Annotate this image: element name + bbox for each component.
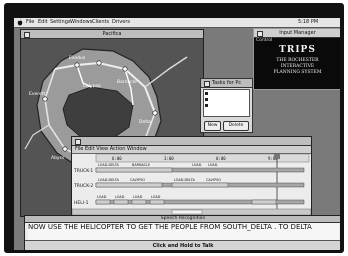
map-label-delta: Delta — [139, 119, 151, 125]
gantt-bar — [95, 167, 173, 173]
gantt-bar — [95, 182, 163, 188]
gantt-segment-label: LOAD-DELTA — [98, 178, 120, 182]
monitor-frame: File Edit Settings Windows Clients Drive… — [4, 3, 344, 253]
schedule-menu-file[interactable]: File — [75, 146, 83, 152]
schedule-titlebar[interactable] — [72, 137, 311, 146]
gantt-segment-label: LOAD-DELTA — [98, 163, 120, 167]
tasks-list[interactable] — [203, 89, 250, 117]
trips-control-label: Control — [256, 38, 273, 43]
desktop: File Edit Settings Windows Clients Drive… — [14, 18, 340, 250]
schedule-window[interactable]: File Edit View Action Window 6:00 3:00 0… — [71, 136, 312, 216]
map-label-abyss: Abyss — [51, 155, 65, 161]
trips-titlebar[interactable]: Input Manager — [254, 29, 340, 38]
row-label-heli-1: HELI-1 — [74, 200, 89, 206]
menu-edit[interactable]: Edit — [38, 18, 48, 27]
delete-task-button[interactable]: Delete — [223, 121, 249, 131]
trips-logo-title: TRIPS — [279, 45, 316, 55]
menu-drivers[interactable]: Drivers — [112, 18, 130, 27]
speech-titlebar[interactable]: Speech Recognition — [25, 216, 340, 223]
speech-transcript: NOW USE THE HELICOPTER TO GET THE PEOPLE… — [28, 223, 339, 240]
task-item[interactable] — [205, 104, 208, 107]
menubar: File Edit Settings Windows Clients Drive… — [14, 18, 340, 28]
map-label-calypso: Calypso — [83, 83, 101, 89]
gantt-segment-label: LOAD-DELTA — [174, 178, 196, 182]
city-marker — [42, 96, 48, 102]
gantt-bar — [95, 199, 111, 205]
gantt-segment-label: CALYPSO — [130, 178, 145, 182]
map-label-exodus: Exodus — [69, 55, 86, 61]
schedule-menu-window[interactable]: Window — [127, 146, 147, 152]
map-label-barnacle: Barnacle — [117, 79, 137, 85]
schedule-menu-edit[interactable]: Edit — [85, 146, 95, 152]
schedule-scroll-thumb — [171, 209, 203, 215]
map-titlebar[interactable]: Pacifica — [21, 30, 203, 39]
menu-clients[interactable]: Clients — [92, 18, 109, 27]
timeline-tick: 6:00 — [112, 156, 122, 161]
city-marker — [62, 146, 68, 152]
city-marker — [96, 60, 102, 66]
trips-panel[interactable]: Input Manager Control TRIPS THE ROCHESTE… — [253, 28, 340, 90]
schedule-close-box[interactable] — [75, 138, 81, 145]
speech-title: Speech Recognition — [160, 216, 206, 221]
apple-icon[interactable] — [17, 19, 23, 26]
task-item[interactable] — [205, 98, 208, 101]
gantt-bar — [149, 199, 165, 205]
gantt-bar — [113, 199, 129, 205]
tasks-window[interactable]: Tasks for Pc New Delete — [200, 78, 253, 133]
gantt-bar — [131, 199, 147, 205]
gantt-bar — [251, 199, 277, 205]
task-item[interactable] — [205, 92, 208, 95]
menu-file[interactable]: File — [26, 18, 34, 27]
timeline-tick: 0:00 — [216, 156, 226, 161]
timeline-tick: 3:00 — [164, 156, 174, 161]
gantt-segment-label: LOAD — [151, 195, 161, 199]
speech-recognition-window[interactable]: Speech Recognition NOW USE THE HELICOPTE… — [24, 215, 340, 250]
schedule-menu-view[interactable]: View — [96, 146, 108, 152]
gantt-segment-label: CALYPSO — [206, 178, 221, 182]
map-label-everett: Everett — [29, 91, 46, 97]
schedule-menu-action[interactable]: Action — [110, 146, 126, 152]
tasks-close-box[interactable] — [204, 80, 210, 87]
gantt-bar — [171, 182, 229, 188]
trips-logo-subtitle: THE ROCHESTER INTERACTIVE PLANNING SYSTE… — [258, 58, 337, 76]
gantt-segment-label: LOAD — [115, 195, 125, 199]
tasks-titlebar[interactable]: Tasks for Pc — [201, 79, 252, 88]
city-marker — [122, 66, 128, 72]
city-marker — [152, 110, 158, 116]
talk-button[interactable]: Click and Hold to Talk — [25, 240, 340, 250]
trips-subtitle-line-3: PLANNING SYSTEM — [273, 70, 322, 75]
map-close-box[interactable] — [24, 31, 30, 38]
trips-titlebar-text: Input Manager — [279, 30, 316, 36]
menu-settings[interactable]: Settings — [50, 18, 71, 27]
menu-windows[interactable]: Windows — [70, 18, 92, 27]
screenshot: File Edit Settings Windows Clients Drive… — [0, 0, 348, 256]
gantt-segment-label: BARNACLE — [132, 163, 150, 167]
gantt-segment-label: LOAD — [208, 163, 218, 167]
map-title: Pacifica — [102, 31, 122, 37]
menubar-clock: 5:18 PM — [298, 19, 319, 25]
time-cursor-handle — [274, 154, 280, 159]
gantt-segment-label: LOAD — [97, 195, 107, 199]
tasks-title: Tasks for Pc — [211, 80, 242, 86]
gantt-segment-label: LOAD — [133, 195, 143, 199]
gantt-chart[interactable]: 6:00 3:00 0:00 9:00 TRUCK-1 TRUCK-2 HELI… — [72, 154, 311, 215]
row-label-truck-1: TRUCK-1 — [73, 168, 93, 174]
new-task-button[interactable]: New — [204, 121, 221, 131]
trips-close-box[interactable] — [257, 30, 263, 37]
schedule-menubar: File Edit View Action Window — [72, 146, 311, 154]
row-label-truck-2: TRUCK-2 — [73, 183, 93, 189]
city-marker — [74, 62, 80, 68]
gantt-segment-label: LOAD — [192, 163, 202, 167]
